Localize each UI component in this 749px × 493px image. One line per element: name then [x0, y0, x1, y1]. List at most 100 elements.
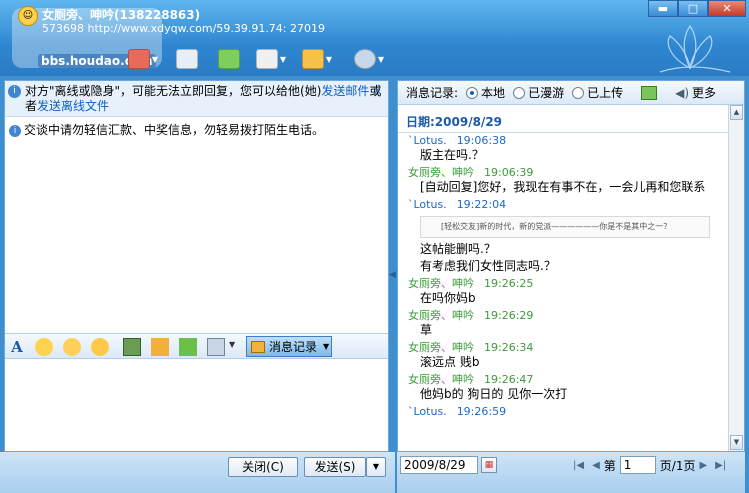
- contact-name: 女厕旁、呻吟(138228863): [42, 8, 201, 22]
- message-header: 女厕旁、呻吟 19:26:34: [408, 340, 728, 355]
- roam-radio[interactable]: [513, 86, 526, 99]
- add-icon: [218, 49, 240, 69]
- gear-icon: [353, 49, 376, 69]
- message-time: 19:26:59: [456, 405, 507, 418]
- message-header: 女厕旁、呻吟 19:26:29: [408, 308, 728, 323]
- message-time: 19:06:39: [484, 166, 534, 179]
- first-page-icon[interactable]: |◀: [573, 460, 584, 471]
- close-window-button[interactable]: ✕: [708, 0, 746, 17]
- message-text: 有考虑我们女性同志吗.？: [420, 259, 556, 273]
- date-header: 日期:2009/8/29: [398, 105, 728, 133]
- music-icon[interactable]: [151, 338, 169, 356]
- title-bar: ☺ 女厕旁、呻吟(138228863) 573698 http://www.xd…: [0, 0, 749, 76]
- add-friend-button[interactable]: [212, 44, 246, 74]
- message-time: 19:26:47: [484, 373, 534, 386]
- image-icon[interactable]: [123, 338, 141, 356]
- send-options-button[interactable]: ▼: [366, 457, 386, 477]
- calendar-icon[interactable]: ▦: [481, 457, 497, 473]
- chat-pane: i 对方"离线或隐身"，可能无法立即回复，您可以给他(她)发送邮件或者发送离线文…: [4, 80, 389, 452]
- speaker-icon[interactable]: ◀): [675, 86, 689, 100]
- message-text: 版主在吗.？: [420, 148, 484, 162]
- pagination: |◀ ◀ 第 1 页/1页 ▶ ▶|: [569, 456, 730, 474]
- message-input[interactable]: [5, 359, 388, 451]
- local-radio[interactable]: [466, 86, 479, 99]
- scroll-down-icon[interactable]: ▼: [730, 435, 743, 450]
- message-time: 19:26:29: [484, 309, 534, 322]
- screenshot-icon[interactable]: [207, 338, 225, 356]
- game-icon: [301, 49, 324, 69]
- history-toolbar: 消息记录: 本地 已漫游 已上传 ◀) 更多: [398, 81, 744, 105]
- message-text: [自动回复]您好，我现在有事不在，一会儿再和您联系: [420, 180, 706, 194]
- emoticon-icon[interactable]: [35, 338, 53, 356]
- message-sender[interactable]: `Lotus.: [408, 198, 447, 211]
- minimize-button[interactable]: ▬: [648, 0, 678, 17]
- message-header: 女厕旁、呻吟 19:26:25: [408, 276, 728, 291]
- page-suffix: 页/1页: [659, 458, 696, 473]
- offline-notice: i 对方"离线或隐身"，可能无法立即回复，您可以给他(她)发送邮件或者发送离线文…: [5, 81, 388, 117]
- chevron-down-icon: ▼: [323, 342, 330, 351]
- message-time: 19:22:04: [456, 198, 507, 211]
- video-button[interactable]: ▼: [126, 44, 160, 74]
- mail-icon: [176, 49, 198, 69]
- apps-button[interactable]: ▼: [300, 44, 334, 74]
- chevron-down-icon[interactable]: ▼: [229, 340, 235, 349]
- shake-icon[interactable]: [91, 338, 109, 356]
- magic-emoticon-icon[interactable]: [63, 338, 81, 356]
- lotus-decoration-icon: [659, 24, 731, 73]
- security-warning: i 交谈中请勿轻信汇款、中奖信息，勿轻易拨打陌生电话。: [9, 121, 324, 138]
- local-label: 本地: [481, 86, 506, 100]
- message-sender[interactable]: 女厕旁、呻吟: [408, 341, 474, 354]
- message-sender[interactable]: `Lotus.: [408, 134, 447, 147]
- contact-signature: 573698 http://www.xdyqw.com/59.39.91.74:…: [42, 22, 326, 35]
- message-time: 19:26:34: [484, 341, 534, 354]
- warning-text: 交谈中请勿轻信汇款、中奖信息，勿轻易拨打陌生电话。: [24, 123, 325, 137]
- message-sender[interactable]: 女厕旁、呻吟: [408, 309, 474, 322]
- more-button[interactable]: 更多: [692, 84, 716, 101]
- scrawl-icon[interactable]: [179, 338, 197, 356]
- history-pane: 消息记录: 本地 已漫游 已上传 ◀) 更多 日期:2009/8/29 `Lot…: [397, 80, 745, 452]
- settings-button[interactable]: ▼: [352, 44, 386, 74]
- page-number-input[interactable]: 1: [619, 456, 656, 474]
- message-text: 在吗你妈b: [420, 291, 476, 305]
- message-text: 这帖能删吗.？: [420, 242, 496, 256]
- message-sender[interactable]: 女厕旁、呻吟: [408, 373, 474, 386]
- close-notice-icon[interactable]: ✕: [372, 84, 382, 99]
- message-list: `Lotus. 19:06:38 版主在吗.？ 女厕旁、呻吟 19:06:39 [自动回复…: [398, 133, 728, 451]
- upload-radio[interactable]: [572, 86, 585, 99]
- export-icon[interactable]: [641, 85, 658, 100]
- history-scrollbar[interactable]: ▲ ▼: [728, 105, 744, 451]
- message-header: `Lotus. 19:26:59: [408, 404, 728, 419]
- close-button[interactable]: 关闭(C): [228, 457, 298, 477]
- font-icon[interactable]: A: [8, 338, 26, 356]
- collapse-panel-icon[interactable]: ◀: [389, 270, 397, 280]
- message-time: 19:06:38: [456, 134, 507, 147]
- message-sender[interactable]: `Lotus.: [408, 405, 447, 418]
- message-sender[interactable]: 女厕旁、呻吟: [408, 277, 474, 290]
- prev-page-icon[interactable]: ◀: [592, 460, 600, 471]
- message-sender[interactable]: 女厕旁、呻吟: [408, 166, 474, 179]
- avatar[interactable]: ☺: [18, 6, 38, 26]
- message-header: 女厕旁、呻吟 19:26:47: [408, 372, 728, 387]
- mail-button[interactable]: [170, 44, 204, 74]
- date-input[interactable]: 2009/8/29: [400, 456, 478, 474]
- message-history-button[interactable]: 消息记录 ▼: [246, 336, 332, 357]
- history-footer: 2009/8/29 ▦ |◀ ◀ 第 1 页/1页 ▶ ▶|: [397, 452, 745, 493]
- history-label: 消息记录:: [406, 86, 459, 100]
- message-text: 滚远点 贱b: [420, 355, 480, 369]
- shared-link-card[interactable]: [轻松交友]新的时代，新的党派——————你是不是其中之一？: [420, 216, 710, 238]
- send-button[interactable]: 发送(S): [304, 457, 366, 477]
- scroll-up-icon[interactable]: ▲: [730, 105, 743, 120]
- message-time: 19:26:25: [484, 277, 534, 290]
- message-header: 女厕旁、呻吟 19:06:39: [408, 165, 728, 180]
- history-icon: [251, 340, 265, 353]
- video-icon: [127, 49, 150, 69]
- message-text: 草: [420, 323, 433, 337]
- group-button[interactable]: ▼: [254, 44, 288, 74]
- last-page-icon[interactable]: ▶|: [715, 460, 726, 471]
- send-mail-link[interactable]: 发送邮件: [321, 84, 369, 98]
- message-header: `Lotus. 19:06:38: [408, 133, 728, 148]
- notice-text-1: 对方"离线或隐身"，可能无法立即回复，您可以给他(她): [25, 84, 322, 98]
- maximize-button[interactable]: □: [678, 0, 708, 17]
- send-offline-file-link[interactable]: 发送离线文件: [37, 99, 109, 113]
- next-page-icon[interactable]: ▶: [699, 460, 707, 471]
